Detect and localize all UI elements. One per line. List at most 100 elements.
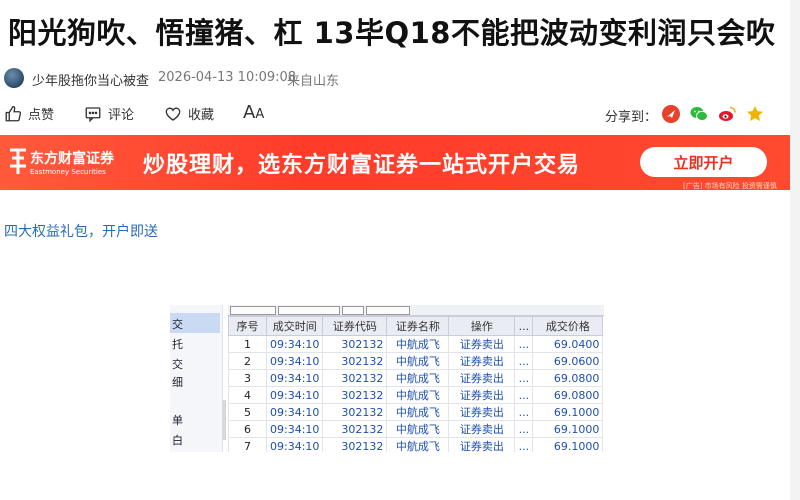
- table-cell: ...: [514, 369, 534, 387]
- table-row: 5 09:34:10 302132 中航成飞 证券卖出... 69.1000: [228, 403, 604, 421]
- table-cell: 中航成飞: [386, 352, 450, 370]
- table-cell: 09:34:10: [265, 335, 324, 353]
- column-header: 成交价格: [532, 316, 604, 336]
- table-cell: 69.1000: [532, 437, 604, 452]
- logo-english: Eastmoney Securities: [30, 168, 106, 176]
- table-cell: ...: [514, 335, 534, 353]
- sidebar-item: 交: [172, 318, 183, 331]
- table-cell: ...: [514, 352, 534, 370]
- table-row: 2 09:34:10 302132 中航成飞 证券卖出... 69.0600: [228, 352, 604, 370]
- page-edge: [790, 0, 800, 500]
- column-header: 成交时间: [265, 316, 324, 336]
- sidebar-item: 交: [172, 358, 183, 371]
- screenshot-scrollbar: [222, 400, 226, 440]
- table-cell: 302132: [322, 352, 388, 370]
- table-cell: 69.0800: [532, 386, 604, 404]
- action-bar: 点赞 评论 收藏 AA 分享到：: [0, 100, 800, 128]
- table-row: 6 09:34:10 302132 中航成飞 证券卖出... 69.1000: [228, 420, 604, 438]
- font-size-small: A: [255, 107, 265, 122]
- favorite-button[interactable]: 收藏: [164, 104, 214, 123]
- column-header: 证券名称: [386, 316, 450, 336]
- table-cell: 302132: [322, 386, 388, 404]
- screenshot-toolbar: [228, 305, 604, 316]
- article-title: 阳光狗吹、悟撞猪、杠 13毕Q18不能把波动变利润只会吹: [8, 16, 776, 50]
- comment-label: 评论: [108, 108, 135, 123]
- table-row: 4 09:34:10 302132 中航成飞 证券卖出... 69.0800: [228, 386, 604, 404]
- table-cell: 09:34:10: [265, 369, 324, 387]
- table-cell: 09:34:10: [265, 352, 324, 370]
- sidebar-item: 细: [172, 376, 183, 389]
- open-account-button[interactable]: 立即开户: [640, 147, 767, 177]
- column-header: 证券代码: [322, 316, 388, 336]
- avatar[interactable]: [4, 68, 24, 88]
- font-size-large: A: [243, 102, 256, 123]
- table-cell: 中航成飞: [386, 403, 450, 421]
- screenshot-sidebar: 交 托 交 细 单 白: [170, 305, 223, 452]
- column-header: ...: [514, 316, 534, 336]
- toutiao-share-icon[interactable]: [661, 104, 681, 124]
- column-header: 操作: [448, 316, 516, 336]
- table-cell: 证券卖出: [448, 335, 516, 353]
- table-cell: 1: [228, 335, 267, 353]
- table-cell: 302132: [322, 403, 388, 421]
- table-cell: 4: [228, 386, 267, 404]
- table-cell: 证券卖出: [448, 369, 516, 387]
- table-cell: 302132: [322, 437, 388, 452]
- table-cell: 69.1000: [532, 403, 604, 421]
- table-row: 7 09:34:10 302132 中航成飞 证券卖出... 69.1000: [228, 437, 604, 452]
- table-cell: 证券卖出: [448, 420, 516, 438]
- table-cell: 69.1000: [532, 420, 604, 438]
- promo-link[interactable]: 四大权益礼包，开户即送: [4, 221, 158, 241]
- publish-location: 来自山东: [287, 74, 340, 89]
- table-cell: 09:34:10: [265, 420, 324, 438]
- table-cell: 69.0800: [532, 369, 604, 387]
- table-cell: ...: [514, 420, 534, 438]
- ad-disclaimer: [广告] 市场有风险 投资需谨慎: [683, 182, 777, 190]
- table-cell: 302132: [322, 335, 388, 353]
- wechat-share-icon[interactable]: [689, 104, 709, 124]
- publish-time: 2026-04-13 10:09:08: [158, 70, 297, 85]
- table-header: 序号 成交时间 证券代码 证券名称 操作... 成交价格: [228, 316, 604, 336]
- thumbs-up-icon: [5, 105, 22, 121]
- logo-name: 东方财富证券: [30, 151, 114, 167]
- table-cell: 302132: [322, 369, 388, 387]
- table-cell: ...: [514, 386, 534, 404]
- sidebar-item: 托: [172, 338, 183, 351]
- heart-icon: [165, 107, 181, 121]
- table-cell: 5: [228, 403, 267, 421]
- banner-slogan: 炒股理财，选东方财富证券一站式开户交易: [143, 153, 581, 178]
- table-cell: 09:34:10: [265, 386, 324, 404]
- column-header: 序号: [228, 316, 267, 336]
- author-name[interactable]: 少年股拖你当心被查: [32, 70, 149, 89]
- table-cell: 证券卖出: [448, 386, 516, 404]
- trade-table: 序号 成交时间 证券代码 证券名称 操作... 成交价格 1 09:34:10 302132 中…: [228, 316, 604, 452]
- favorite-label: 收藏: [188, 108, 215, 123]
- sidebar-item: 白: [172, 434, 183, 447]
- like-button[interactable]: 点赞: [4, 104, 54, 123]
- font-size-button[interactable]: AA: [243, 102, 264, 123]
- trade-screenshot-image: 交 托 交 细 单 白 序号 成交时间 证券代码 证券名称 操作... 成交价格 1 09:…: [170, 305, 604, 452]
- ad-banner[interactable]: 东方财富证券 Eastmoney Securities 炒股理财，选东方财富证券…: [0, 135, 790, 190]
- table-cell: 09:34:10: [265, 437, 324, 452]
- eastmoney-logo-icon: [10, 148, 26, 174]
- star-favorite-icon[interactable]: [745, 104, 765, 124]
- table-cell: 09:34:10: [265, 403, 324, 421]
- table-cell: 7: [228, 437, 267, 452]
- table-cell: 中航成飞: [386, 420, 450, 438]
- like-label: 点赞: [28, 108, 55, 123]
- table-cell: 3: [228, 369, 267, 387]
- table-cell: 中航成飞: [386, 335, 450, 353]
- comment-icon: [85, 106, 101, 122]
- table-cell: 6: [228, 420, 267, 438]
- table-cell: 证券卖出: [448, 352, 516, 370]
- table-cell: ...: [514, 437, 534, 452]
- table-cell: 中航成飞: [386, 369, 450, 387]
- table-cell: 中航成飞: [386, 386, 450, 404]
- table-cell: 证券卖出: [448, 403, 516, 421]
- table-cell: ...: [514, 403, 534, 421]
- article-meta: 少年股拖你当心被查 2026-04-13 10:09:08 来自山东: [0, 62, 800, 92]
- comment-button[interactable]: 评论: [84, 104, 134, 123]
- share-label: 分享到：: [605, 110, 658, 125]
- sidebar-item: 单: [172, 414, 183, 427]
- weibo-share-icon[interactable]: [717, 104, 737, 124]
